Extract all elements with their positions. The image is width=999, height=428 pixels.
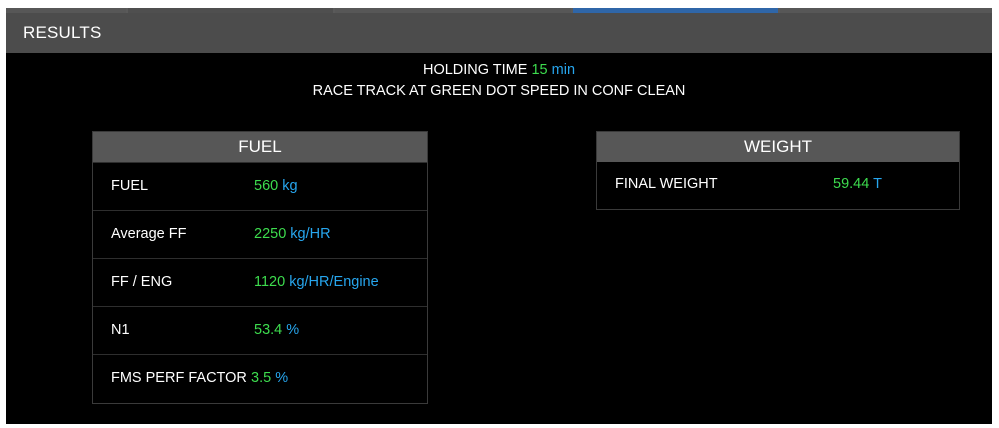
n1-value-group: 53.4 % (254, 307, 299, 354)
n1-label: N1 (111, 322, 130, 338)
average-ff-value: 2250 (254, 226, 287, 242)
fuel-panel: FUEL FUEL 560 kg Average FF 2250 kg/HR F… (92, 131, 428, 404)
fms-perf-factor-value-group: 3.5 % (251, 355, 288, 402)
holding-time-label: HOLDING TIME (422, 62, 528, 78)
results-title: RESULTS (23, 23, 102, 42)
average-ff-row: Average FF 2250 kg/HR (93, 210, 427, 258)
final-weight-label: FINAL WEIGHT (615, 176, 718, 192)
results-header: RESULTS (6, 13, 992, 53)
weight-panel-title: WEIGHT (597, 132, 959, 162)
fuel-row: FUEL 560 kg (93, 162, 427, 210)
n1-unit: % (286, 322, 300, 338)
fuel-value-group: 560 kg (254, 163, 298, 210)
fms-perf-factor-label: FMS PERF FACTOR (111, 370, 247, 386)
n1-value: 53.4 (254, 322, 283, 338)
holding-pattern-description: RACE TRACK AT GREEN DOT SPEED IN CONF CL… (312, 83, 686, 99)
holding-time-unit: min (551, 62, 576, 78)
average-ff-unit: kg/HR (290, 226, 331, 242)
final-weight-value-group: 59.44 T (833, 162, 882, 206)
fms-perf-factor-row: FMS PERF FACTOR 3.5 % (93, 354, 427, 402)
ff-per-engine-value: 1120 (254, 274, 286, 290)
n1-row: N1 53.4 % (93, 306, 427, 354)
weight-panel: WEIGHT FINAL WEIGHT 59.44 T (596, 131, 960, 210)
ff-per-engine-label: FF / ENG (111, 274, 173, 290)
fuel-unit: kg (282, 178, 298, 194)
fms-perf-factor-value: 3.5 (251, 370, 272, 386)
holding-time-value: 15 (531, 62, 548, 78)
fms-perf-factor-unit: % (275, 370, 289, 386)
fuel-value: 560 (254, 178, 279, 194)
results-window: RESULTS HOLDING TIME 15 min RACE TRACK A… (6, 8, 992, 424)
ff-per-engine-row: FF / ENG 1120 kg/HR/Engine (93, 258, 427, 306)
ff-per-engine-unit: kg/HR/Engine (289, 274, 379, 290)
fuel-label: FUEL (111, 178, 149, 194)
final-weight-row: FINAL WEIGHT 59.44 T (597, 162, 959, 206)
final-weight-value: 59.44 (833, 176, 870, 192)
holding-time-line: HOLDING TIME 15 min (6, 60, 992, 81)
fuel-panel-title: FUEL (93, 132, 427, 162)
ff-per-engine-value-group: 1120 kg/HR/Engine (254, 259, 379, 306)
average-ff-label: Average FF (111, 226, 187, 242)
average-ff-value-group: 2250 kg/HR (254, 211, 331, 258)
final-weight-unit: T (873, 176, 882, 192)
holding-summary: HOLDING TIME 15 min RACE TRACK AT GREEN … (6, 60, 992, 102)
